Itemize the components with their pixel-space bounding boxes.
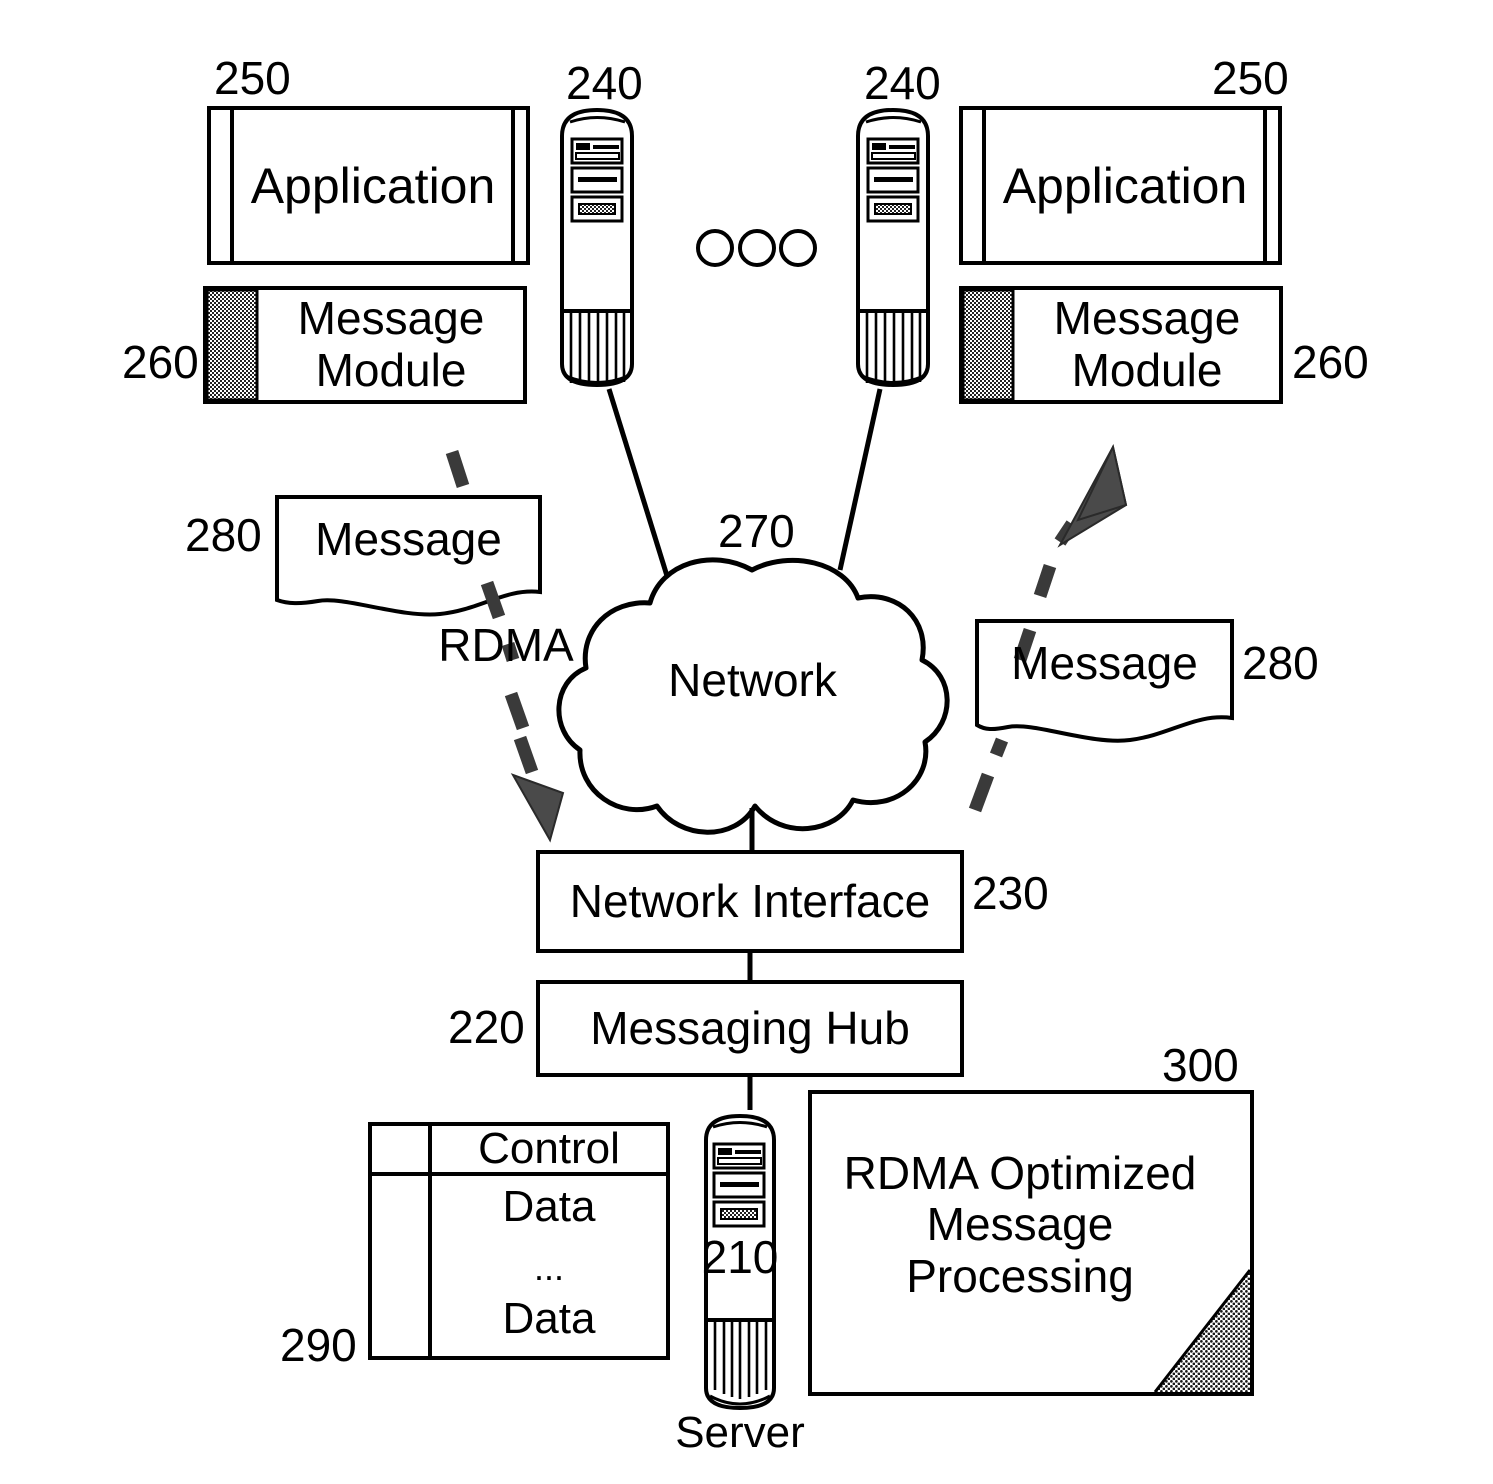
ref-260-right: 260	[1292, 336, 1369, 388]
ellipsis-dots-icon	[696, 229, 817, 267]
server-tower-left-icon	[560, 107, 634, 388]
server-caption-label: Server	[675, 1408, 805, 1458]
message-module-label-right: Message Module	[1053, 292, 1241, 396]
ref-230-interface: 230	[972, 867, 1049, 919]
ref-270-network: 270	[718, 505, 795, 557]
application-label-left: Application	[250, 157, 496, 214]
ref-240-left: 240	[566, 57, 643, 109]
ref-250-left: 250	[214, 52, 291, 104]
table-row-data-2: Data	[502, 1294, 596, 1344]
server-tower-right-icon	[856, 107, 930, 388]
ref-300-processing: 300	[1162, 1039, 1239, 1091]
messaging-hub-label: Messaging Hub	[590, 1001, 910, 1054]
message-document-label-left: Message	[315, 513, 502, 566]
network-cloud-label: Network	[668, 654, 837, 707]
connector-left-server-to-network	[606, 388, 675, 593]
network-interface-label: Network Interface	[569, 874, 931, 927]
ref-240-right: 240	[864, 57, 941, 109]
rdma-processing-label: RDMA Optimized Message Processing	[843, 1146, 1197, 1302]
ref-260-left: 260	[122, 336, 199, 388]
patent-figure-canvas: 250 240 240 250 260 260 280 280 270 230 …	[0, 0, 1493, 1484]
connector-right-server-to-network	[837, 388, 883, 571]
ref-290-table: 290	[280, 1319, 357, 1371]
table-row-data-1: Data	[502, 1182, 596, 1232]
ref-210-server-center: 210	[701, 1231, 779, 1284]
rdma-flow-label: RDMA	[438, 619, 574, 672]
ref-280-right: 280	[1242, 637, 1319, 689]
ref-280-left: 280	[185, 509, 262, 561]
message-module-label-left: Message Module	[297, 292, 485, 396]
ref-220-hub: 220	[448, 1001, 525, 1053]
application-label-right: Application	[1002, 157, 1248, 214]
message-document-label-right: Message	[1011, 637, 1198, 690]
table-row-ellipsis: ...	[533, 1246, 564, 1288]
table-header-control: Control	[478, 1124, 620, 1174]
ref-250-right: 250	[1212, 52, 1289, 104]
